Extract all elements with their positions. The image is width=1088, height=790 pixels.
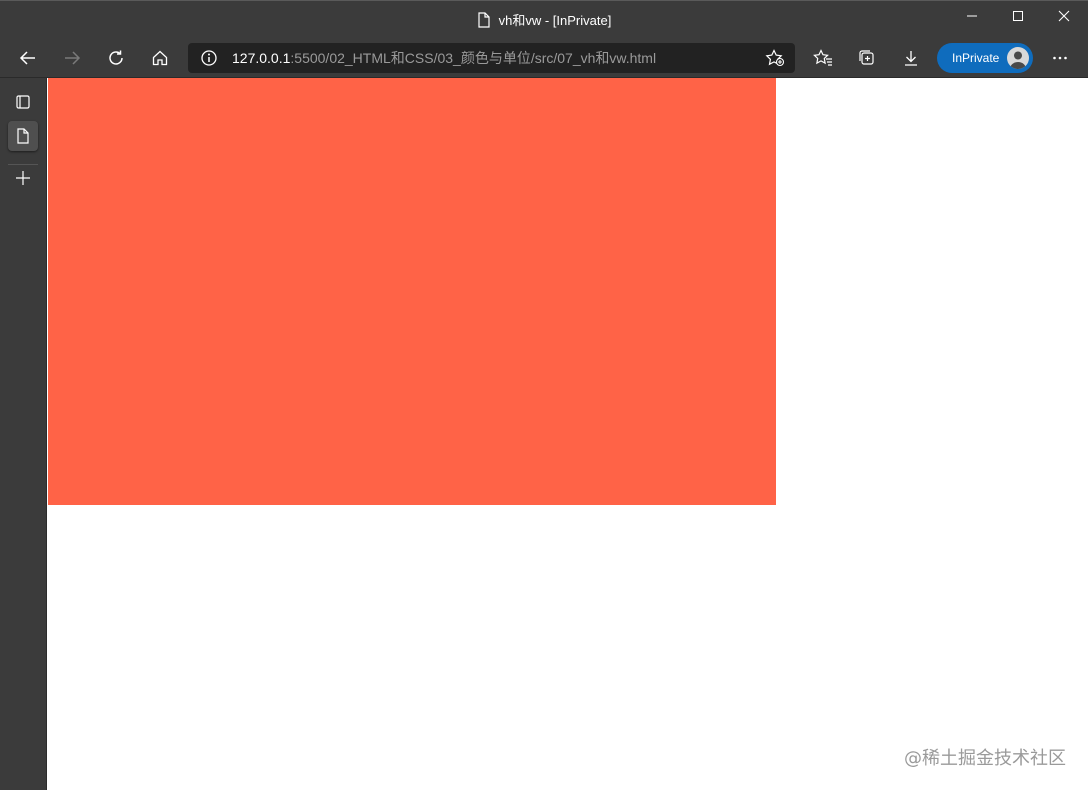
inprivate-button[interactable]: InPrivate [937,43,1033,73]
vertical-tabs-sidebar [0,78,47,790]
url-path: :5500/02_HTML和CSS/03_颜色与单位/src/07_vh和vw.… [290,50,657,66]
maximize-icon [1012,10,1024,22]
tab-actions-button[interactable] [8,87,38,117]
browser-window: vh和vw - [InPrivate] 127.0.0.1:5500/02_HT… [0,0,1088,790]
collections-icon [858,49,876,67]
favorites-button[interactable] [807,42,839,74]
refresh-icon [107,49,125,67]
inprivate-label: InPrivate [952,51,1000,65]
downloads-button[interactable] [895,42,927,74]
back-button[interactable] [12,42,44,74]
refresh-button[interactable] [100,42,132,74]
address-bar[interactable]: 127.0.0.1:5500/02_HTML和CSS/03_颜色与单位/src/… [188,43,795,73]
maximize-button[interactable] [995,1,1041,31]
page-icon [16,128,30,144]
info-icon[interactable] [200,49,218,67]
back-arrow-icon [19,49,37,67]
home-icon [151,49,169,67]
close-icon [1058,10,1070,22]
minimize-icon [966,10,978,22]
new-tab-button[interactable] [8,163,38,193]
tab-current-page[interactable] [8,121,38,151]
page-file-icon [477,11,491,28]
download-icon [902,49,920,67]
tab-actions-icon [15,94,31,110]
forward-button[interactable] [56,42,88,74]
favorites-icon [813,49,833,67]
window-title-area: vh和vw - [InPrivate] [0,1,1088,38]
avatar [1007,47,1029,69]
minimize-button[interactable] [949,1,995,31]
title-bar: vh和vw - [InPrivate] [0,0,1088,38]
more-button[interactable] [1044,42,1076,74]
page-viewport: @稀土掘金技术社区 [48,78,1088,790]
watermark-text: @稀土掘金技术社区 [904,748,1066,769]
browser-toolbar: 127.0.0.1:5500/02_HTML和CSS/03_颜色与单位/src/… [0,38,1088,78]
star-add-icon[interactable] [765,49,785,67]
collections-button[interactable] [851,42,883,74]
url-text[interactable]: 127.0.0.1:5500/02_HTML和CSS/03_颜色与单位/src/… [232,43,656,73]
forward-arrow-icon [63,49,81,67]
tomato-box [48,78,776,505]
window-title: vh和vw - [InPrivate] [498,13,612,28]
plus-icon [15,170,31,186]
url-host: 127.0.0.1 [232,50,291,66]
close-button[interactable] [1041,1,1087,31]
home-button[interactable] [144,42,176,74]
more-icon [1051,49,1069,67]
